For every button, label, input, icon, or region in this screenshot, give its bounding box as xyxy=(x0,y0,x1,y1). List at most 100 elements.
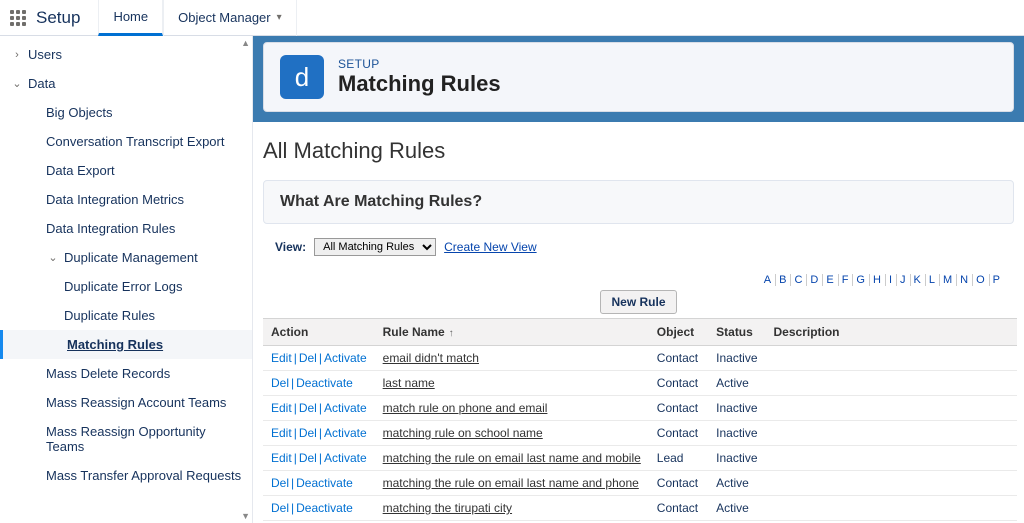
action-activate[interactable]: Activate xyxy=(324,451,367,465)
action-activate[interactable]: Activate xyxy=(324,351,367,365)
alpha-i[interactable]: I xyxy=(886,274,897,286)
scrollbar-up-icon[interactable]: ▲ xyxy=(241,38,250,48)
rule-name-link[interactable]: matching the rule on email last name and… xyxy=(383,476,639,490)
chevron-down-icon[interactable]: ⌄ xyxy=(10,77,24,90)
sidebar-item-label: Data Integration Rules xyxy=(46,221,175,236)
cell-object: Contact xyxy=(649,346,708,371)
cell-rule-name: last name xyxy=(375,371,649,396)
action-del[interactable]: Del xyxy=(271,501,289,515)
alpha-b[interactable]: B xyxy=(776,274,791,286)
action-edit[interactable]: Edit xyxy=(271,426,292,440)
col-status[interactable]: Status xyxy=(708,319,765,346)
sidebar-item-conversation-transcript-export[interactable]: Conversation Transcript Export xyxy=(0,127,252,156)
table-row: Edit|Del|Activatematching the rule on em… xyxy=(263,446,1017,471)
col-description[interactable]: Description xyxy=(766,319,1017,346)
sidebar-tree: ›Users⌄DataBig Objects Conversation Trans… xyxy=(0,40,252,490)
table-row: Edit|Del|Activate match rule on phone and… xyxy=(263,396,1017,421)
cell-object: Contact xyxy=(649,471,708,496)
sidebar-item-mass-delete-records[interactable]: Mass Delete Records xyxy=(0,359,252,388)
alpha-e[interactable]: E xyxy=(823,274,838,286)
action-edit[interactable]: Edit xyxy=(271,351,292,365)
sidebar-item-label: Conversation Transcript Export xyxy=(46,134,224,149)
alpha-g[interactable]: G xyxy=(853,274,870,286)
sidebar-item-duplicate-error-logs[interactable]: Duplicate Error Logs xyxy=(0,272,252,301)
action-del[interactable]: Del xyxy=(299,451,317,465)
cell-rule-name: email didn't match xyxy=(375,346,649,371)
alpha-k[interactable]: K xyxy=(911,274,926,286)
sidebar-item-duplicate-management[interactable]: ⌄Duplicate Management xyxy=(0,243,252,272)
create-view-link[interactable]: Create New View xyxy=(444,240,536,254)
sidebar-item-data-integration-rules[interactable]: Data Integration Rules xyxy=(0,214,252,243)
sidebar-item-matching-rules[interactable]: Matching Rules xyxy=(0,330,252,359)
rule-name-link[interactable]: matching rule on school name xyxy=(383,426,543,440)
action-del[interactable]: Del xyxy=(271,376,289,390)
action-del[interactable]: Del xyxy=(271,476,289,490)
rule-name-link[interactable]: last name xyxy=(383,376,435,390)
chevron-down-icon[interactable]: ⌄ xyxy=(46,251,60,264)
info-panel: What Are Matching Rules? xyxy=(263,180,1014,224)
alpha-h[interactable]: H xyxy=(870,274,886,286)
cell-status: Inactive xyxy=(708,446,765,471)
alpha-p[interactable]: P xyxy=(990,274,1004,286)
sidebar-item-data-export[interactable]: Data Export xyxy=(0,156,252,185)
cell-description xyxy=(766,346,1017,371)
col-object[interactable]: Object xyxy=(649,319,708,346)
alpha-d[interactable]: D xyxy=(807,274,823,286)
cell-object: Lead xyxy=(649,446,708,471)
sidebar-item-mass-transfer-approval-requests[interactable]: Mass Transfer Approval Requests xyxy=(0,461,252,490)
action-edit[interactable]: Edit xyxy=(271,401,292,415)
sidebar-item-duplicate-rules[interactable]: Duplicate Rules xyxy=(0,301,252,330)
sidebar-item-big-objects[interactable]: Big Objects xyxy=(0,98,252,127)
action-del[interactable]: Del xyxy=(299,426,317,440)
sidebar-item-mass-reassign-account-teams[interactable]: Mass Reassign Account Teams xyxy=(0,388,252,417)
alpha-a[interactable]: A xyxy=(761,274,776,286)
cell-object: Contact xyxy=(649,421,708,446)
action-deactivate[interactable]: Deactivate xyxy=(296,501,353,515)
alpha-n[interactable]: N xyxy=(957,274,973,286)
alpha-j[interactable]: J xyxy=(897,274,911,286)
alpha-m[interactable]: M xyxy=(940,274,957,286)
chevron-right-icon[interactable]: › xyxy=(10,49,24,61)
table-row: Del|Deactivatelast nameContactActive xyxy=(263,371,1017,396)
rule-name-link[interactable]: matching the rule on email last name and… xyxy=(383,451,641,465)
hero-banner: d SETUP Matching Rules xyxy=(253,36,1024,122)
scrollbar-down-icon[interactable]: ▼ xyxy=(241,511,250,521)
view-select[interactable]: All Matching Rules xyxy=(314,238,436,256)
nav-tab-home[interactable]: Home xyxy=(98,0,163,36)
cell-status: Active xyxy=(708,371,765,396)
new-rule-button[interactable]: New Rule xyxy=(600,290,676,314)
alpha-c[interactable]: C xyxy=(791,274,807,286)
action-activate[interactable]: Activate xyxy=(324,401,367,415)
table-row: Edit|Del|Activate email didn't match Conta… xyxy=(263,346,1017,371)
nav-tab-object-manager[interactable]: Object Manager▾ xyxy=(163,0,297,36)
sidebar-item-label: Mass Reassign Account Teams xyxy=(46,395,226,410)
sidebar-item-data-integration-metrics[interactable]: Data Integration Metrics xyxy=(0,185,252,214)
action-del[interactable]: Del xyxy=(299,351,317,365)
cell-action: Edit|Del|Activate xyxy=(263,346,375,371)
rule-name-link[interactable]: email didn't match xyxy=(383,351,479,365)
rule-name-link[interactable]: matching the tirupati city xyxy=(383,501,512,515)
action-deactivate[interactable]: Deactivate xyxy=(296,376,353,390)
action-deactivate[interactable]: Deactivate xyxy=(296,476,353,490)
sidebar-item-mass-reassign-opportunity-teams[interactable]: Mass Reassign Opportunity Teams xyxy=(0,417,252,461)
rule-name-link[interactable]: match rule on phone and email xyxy=(383,401,548,415)
cell-action: Del|Deactivate xyxy=(263,371,375,396)
alpha-o[interactable]: O xyxy=(973,274,990,286)
cell-status: Active xyxy=(708,496,765,521)
col-rule-name[interactable]: Rule Name↑ xyxy=(375,319,649,346)
sidebar-item-data[interactable]: ⌄Data xyxy=(0,69,252,98)
alpha-l[interactable]: L xyxy=(926,274,940,286)
cell-status: Inactive xyxy=(708,396,765,421)
hero-title: Matching Rules xyxy=(338,71,501,97)
app-launcher-icon[interactable] xyxy=(6,6,30,30)
cell-description xyxy=(766,496,1017,521)
alpha-f[interactable]: F xyxy=(839,274,854,286)
action-edit[interactable]: Edit xyxy=(271,451,292,465)
cell-action: Edit|Del|Activate xyxy=(263,421,375,446)
sidebar-item-users[interactable]: ›Users xyxy=(0,40,252,69)
top-bar: Setup HomeObject Manager▾ xyxy=(0,0,1024,36)
cell-action: Edit|Del|Activate xyxy=(263,396,375,421)
action-del[interactable]: Del xyxy=(299,401,317,415)
cell-rule-name: matching the rule on email last name and… xyxy=(375,471,649,496)
action-activate[interactable]: Activate xyxy=(324,426,367,440)
